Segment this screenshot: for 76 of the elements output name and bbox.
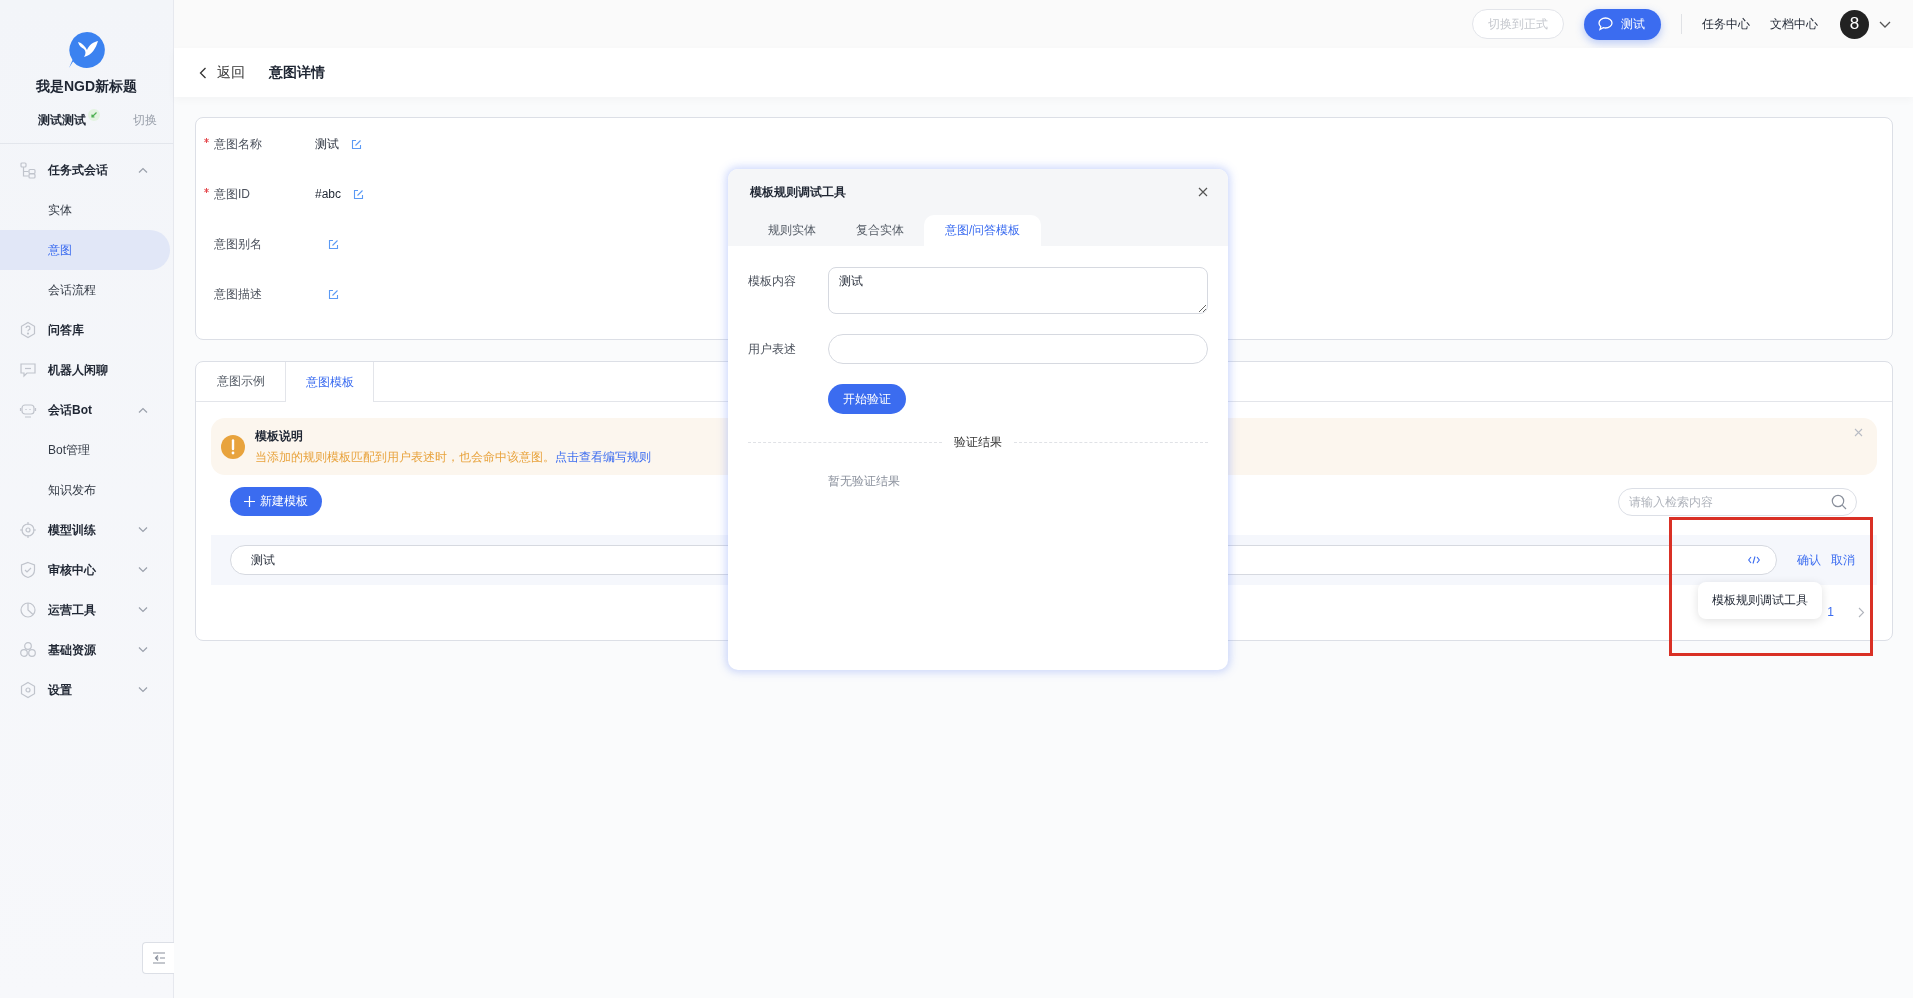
page-title: 意图详情 xyxy=(269,63,325,82)
search-icon[interactable] xyxy=(1831,493,1847,510)
code-icon[interactable] xyxy=(1748,556,1760,564)
question-icon xyxy=(19,321,37,339)
search-field[interactable]: 请输入检索内容 xyxy=(1618,487,1857,516)
workspace-name: 测试测试 xyxy=(38,112,86,129)
arrow-badge-icon xyxy=(88,108,100,121)
dialog-tab[interactable]: 意图/问答模板 xyxy=(924,215,1042,246)
close-icon[interactable] xyxy=(1198,187,1208,197)
tree-icon xyxy=(19,161,37,179)
field-value: #abc xyxy=(315,187,342,201)
tooltip: 模板规则调试工具 xyxy=(1698,582,1822,619)
notice-text: 当添加的规则模板匹配到用户表述时，也会命中该意图。点击查看编写规则 xyxy=(255,448,651,466)
empty-result-text: 暂无验证结果 xyxy=(828,473,900,490)
warning-icon xyxy=(221,434,245,459)
top-link[interactable]: 文档中心 xyxy=(1770,15,1818,33)
sidebar-item[interactable]: 模型训练 xyxy=(0,510,170,550)
field-label: 意图ID xyxy=(214,185,250,203)
robot-icon xyxy=(19,401,37,419)
sidebar-item[interactable]: 机器人闲聊 xyxy=(0,350,170,390)
tab[interactable]: 意图模板 xyxy=(285,362,374,402)
confirm-link[interactable]: 确认 xyxy=(1797,551,1821,569)
cancel-link[interactable]: 取消 xyxy=(1831,551,1855,569)
bird-logo-icon xyxy=(66,30,107,70)
field-label: 模板内容 xyxy=(748,273,797,290)
edit-icon[interactable] xyxy=(351,138,362,150)
sidebar-subitem[interactable]: 实体 xyxy=(0,190,170,230)
sidebar-subitem[interactable]: 知识发布 xyxy=(0,470,170,510)
edit-icon[interactable] xyxy=(353,188,365,200)
sidebar-subitem[interactable]: Bot管理 xyxy=(0,430,170,470)
chevron-down-icon[interactable] xyxy=(1879,20,1891,28)
dialog-tab[interactable]: 复合实体 xyxy=(836,215,924,246)
target-icon xyxy=(19,521,37,539)
sidebar-subitem[interactable]: 意图 xyxy=(0,230,170,270)
notice-title: 模板说明 xyxy=(255,427,304,445)
field-label: 意图别名 xyxy=(214,235,262,253)
plus-icon[interactable] xyxy=(244,496,255,507)
edit-icon[interactable] xyxy=(328,238,339,250)
hexagon-icon xyxy=(19,681,37,699)
back-link[interactable]: 返回 xyxy=(199,63,245,82)
dialog-title: 模板规则调试工具 xyxy=(750,183,846,201)
app-title: 我是NGD新标题 xyxy=(35,78,138,96)
chart-icon xyxy=(19,601,37,619)
edit-icon[interactable] xyxy=(328,288,339,300)
test-button[interactable]: 测试 xyxy=(1584,8,1661,40)
new-template-button[interactable]: 新建模板 xyxy=(230,487,322,516)
tab[interactable]: 意图示例 xyxy=(196,362,285,401)
field-value: 测试 xyxy=(315,135,339,153)
sidebar-item[interactable]: 审核中心 xyxy=(0,550,170,590)
sidebar-item[interactable]: 设置 xyxy=(0,670,170,710)
user-utterance-field[interactable] xyxy=(828,334,1208,364)
circles-icon xyxy=(19,641,37,659)
verify-button[interactable]: 开始验证 xyxy=(828,384,906,414)
top-link[interactable]: 任务中心 xyxy=(1702,15,1750,33)
field-label: 意图名称 xyxy=(214,135,262,153)
collapse-icon[interactable] xyxy=(151,952,166,964)
sidebar-item[interactable]: 问答库 xyxy=(0,310,170,350)
template-content-field[interactable]: 测试 xyxy=(828,267,1208,314)
chat-bubble-icon[interactable] xyxy=(1598,17,1613,31)
sidebar-item[interactable]: 运营工具 xyxy=(0,590,170,630)
result-heading: 验证结果 xyxy=(954,434,1002,451)
rules-link[interactable]: 点击查看编写规则 xyxy=(555,449,651,464)
user-avatar[interactable]: 8 xyxy=(1840,9,1869,39)
sidebar-item[interactable]: 基础资源 xyxy=(0,630,170,670)
message-icon xyxy=(19,361,37,379)
page-number[interactable]: 1 xyxy=(1827,605,1834,619)
dialog-tab[interactable]: 规则实体 xyxy=(748,215,836,246)
chevron-left-icon[interactable] xyxy=(199,66,207,79)
field-label: 用户表述 xyxy=(748,340,797,358)
collapse-button[interactable] xyxy=(142,942,174,974)
sidebar-subitem[interactable]: 会话流程 xyxy=(0,270,170,310)
next-page-icon[interactable] xyxy=(1858,606,1865,618)
shield-icon xyxy=(19,561,37,579)
sidebar-item[interactable]: 任务式会话 xyxy=(0,150,170,190)
field-label: 意图描述 xyxy=(214,285,262,303)
sidebar-item[interactable]: 会话Bot xyxy=(0,390,170,430)
